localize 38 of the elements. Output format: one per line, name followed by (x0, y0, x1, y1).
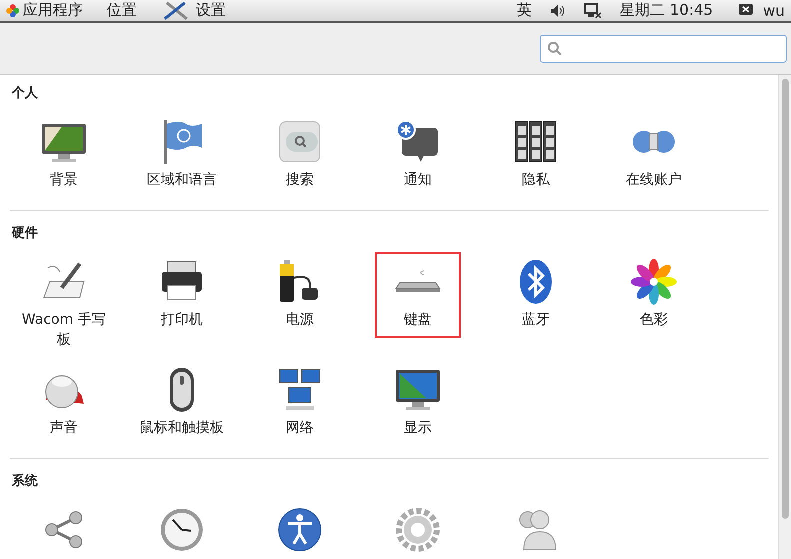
panel-label[interactable]: Wacom 手写板 (16, 310, 112, 350)
panel-label[interactable]: 鼠标和触摸板 (140, 418, 224, 438)
user-name[interactable]: wu (763, 2, 785, 20)
gear-icon (394, 506, 442, 554)
scrollbar[interactable] (778, 75, 791, 559)
section-title: 硬件 (10, 225, 39, 243)
section-title: 系统 (11, 472, 39, 491)
panel-label[interactable]: 显示 (404, 418, 432, 438)
menu-item[interactable]: 设置 (196, 1, 226, 20)
volume-icon[interactable] (550, 4, 566, 18)
panel-label[interactable]: 背景 (50, 170, 78, 190)
flower-icon[interactable] (6, 4, 20, 18)
panel-label[interactable]: 网络 (286, 418, 314, 438)
scrollbar-thumb[interactable] (782, 79, 788, 519)
network-icon[interactable] (584, 2, 602, 18)
panel-label[interactable]: 电源 (286, 310, 314, 330)
panel-label[interactable]: 键盘 (404, 310, 432, 330)
panel-label[interactable]: 在线账户 (626, 170, 682, 190)
menu-item[interactable]: 应用程序 (23, 1, 83, 20)
clock-icon (158, 506, 206, 554)
panel-label[interactable]: 蓝牙 (522, 310, 550, 330)
panel-label[interactable]: 打印机 (161, 310, 203, 330)
panel-label[interactable]: 区域和语言 (147, 170, 217, 190)
panel-label[interactable]: 通知 (404, 170, 432, 190)
panel-label[interactable]: 色彩 (640, 310, 668, 330)
clock[interactable]: 星期二 10:45 (620, 1, 714, 20)
panel-label[interactable]: 隐私 (522, 170, 550, 190)
input-method-indicator[interactable]: 英 (517, 1, 532, 20)
search-field[interactable] (540, 34, 787, 62)
search-icon (547, 40, 563, 56)
accessibility-icon (276, 506, 324, 554)
color-flower-icon (630, 258, 678, 306)
panel-label[interactable]: 声音 (50, 418, 78, 438)
section-title: 个人 (11, 85, 39, 103)
panel-label[interactable]: 搜索 (286, 170, 314, 190)
close-icon[interactable] (739, 4, 754, 17)
menu-item[interactable]: 位置 (107, 1, 137, 20)
keyboard-icon (395, 270, 441, 293)
